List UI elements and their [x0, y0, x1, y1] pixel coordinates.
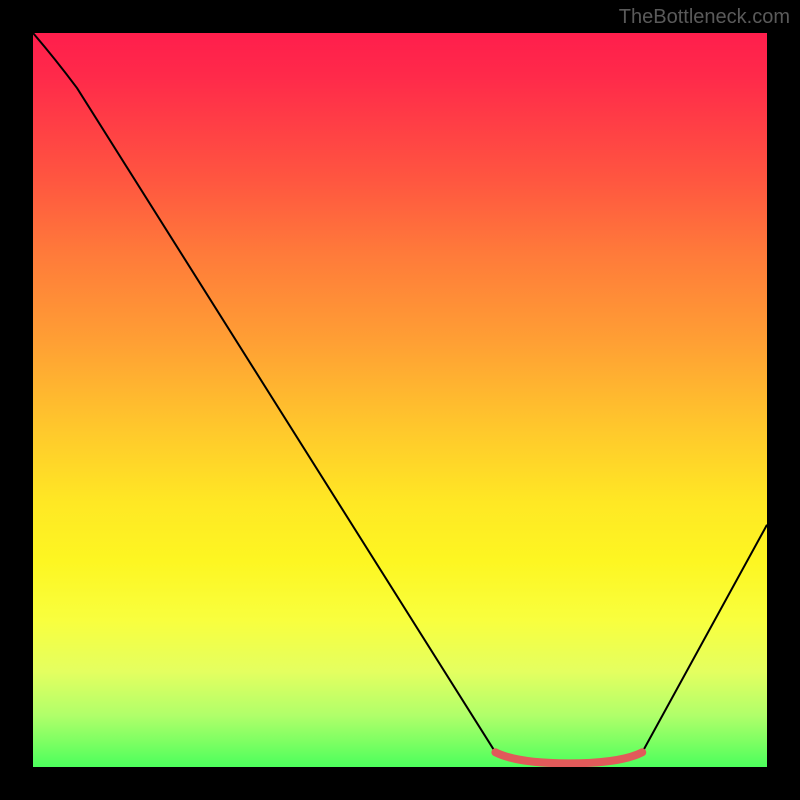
bottleneck-curve-svg — [33, 33, 767, 767]
watermark-text: TheBottleneck.com — [619, 6, 790, 29]
chart-plot-area — [33, 33, 767, 767]
highlight-path — [495, 752, 642, 763]
curve-path — [33, 33, 767, 763]
